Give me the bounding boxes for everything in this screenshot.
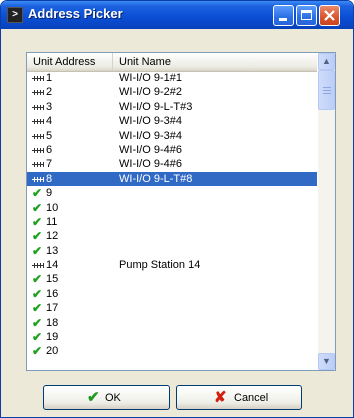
column-header-unit-name[interactable]: Unit Name xyxy=(113,53,317,71)
check-icon: ✔ xyxy=(32,330,43,345)
unit-address-cell: 4 xyxy=(46,115,53,128)
minimize-icon xyxy=(279,18,287,21)
check-icon: ✔ xyxy=(32,315,43,330)
unit-address-cell: 9 xyxy=(46,187,53,200)
unit-address-cell: 13 xyxy=(46,244,59,257)
unit-address-cell: 8 xyxy=(46,172,53,185)
list-row[interactable]: ✔ 9 xyxy=(27,186,317,200)
list-row[interactable]: ✔ 19 xyxy=(27,330,317,344)
unit-address-cell: 18 xyxy=(46,316,59,329)
connector-icon xyxy=(32,86,46,98)
unit-name-cell: WI-I/O 9-4#6 xyxy=(119,143,182,156)
unit-name-cell: WI-I/O 9-1#1 xyxy=(119,72,182,84)
check-icon: ✔ xyxy=(32,200,43,215)
check-icon: ✔ xyxy=(32,344,43,359)
unit-name-cell: WI-I/O 9-L-T#8 xyxy=(119,172,193,185)
unit-address-cell: 2 xyxy=(46,86,53,99)
list-rows: 1 WI-I/O 9-1#1 2 WI-I/O 9-2#2 3 WI-I/O 9-L-T#… xyxy=(27,71,317,359)
cancel-button-label: Cancel xyxy=(234,392,269,404)
unit-address-cell: 16 xyxy=(46,287,59,300)
connector-icon xyxy=(32,173,46,185)
grip-line xyxy=(323,90,331,91)
unit-address-cell: 7 xyxy=(46,158,53,171)
scroll-thumb[interactable] xyxy=(318,70,335,110)
cancel-button[interactable]: ✘ Cancel xyxy=(176,385,302,410)
unit-address-cell: 5 xyxy=(46,129,53,142)
unit-name-cell: WI-I/O 9-L-T#3 xyxy=(119,100,193,113)
unit-address-cell: 3 xyxy=(46,100,53,113)
maximize-icon xyxy=(301,10,312,20)
ok-button-label: OK xyxy=(105,392,121,404)
scroll-up-button[interactable]: ▲ xyxy=(318,53,335,70)
unit-address-cell: 20 xyxy=(46,345,59,358)
ok-button[interactable]: ✔ OK xyxy=(43,385,170,410)
check-icon: ✔ xyxy=(32,243,43,258)
grip-line xyxy=(323,93,331,94)
unit-address-list[interactable]: Unit Address Unit Name 1 WI-I/O 9-1#1 2 WI-… xyxy=(26,52,336,371)
unit-address-cell: 11 xyxy=(46,215,58,228)
address-picker-window: > Address Picker Unit Address Unit Name … xyxy=(0,0,354,418)
terminal-icon: > xyxy=(7,7,23,23)
title-bar[interactable]: > Address Picker xyxy=(1,1,353,29)
list-row[interactable]: 7 WI-I/O 9-4#6 xyxy=(27,157,317,171)
minimize-button[interactable] xyxy=(273,5,294,26)
list-row[interactable]: 5 WI-I/O 9-3#4 xyxy=(27,129,317,143)
check-icon: ✔ xyxy=(32,229,43,244)
check-icon: ✔ xyxy=(32,272,43,287)
connector-icon xyxy=(32,101,46,113)
connector-icon xyxy=(32,158,46,170)
chevron-up-icon: ▲ xyxy=(322,56,331,66)
unit-address-cell: 17 xyxy=(46,302,59,315)
unit-address-cell: 14 xyxy=(46,259,59,272)
maximize-button[interactable] xyxy=(296,5,317,26)
check-icon: ✔ xyxy=(32,214,43,229)
close-button[interactable] xyxy=(319,5,340,26)
check-icon: ✔ xyxy=(32,286,43,301)
list-row[interactable]: 3 WI-I/O 9-L-T#3 xyxy=(27,100,317,114)
connector-icon xyxy=(32,130,46,142)
column-header-unit-address[interactable]: Unit Address xyxy=(27,53,113,71)
scroll-down-button[interactable]: ▼ xyxy=(318,353,335,370)
list-row[interactable]: 14 Pump Station 14 xyxy=(27,258,317,272)
unit-address-cell: 1 xyxy=(46,72,53,84)
grip-line xyxy=(323,87,331,88)
unit-name-cell: WI-I/O 9-3#4 xyxy=(119,115,182,128)
list-row[interactable]: ✔ 13 xyxy=(27,244,317,258)
window-title: Address Picker xyxy=(28,6,123,21)
connector-icon xyxy=(32,115,46,127)
unit-address-cell: 10 xyxy=(46,201,59,214)
chevron-down-icon: ▼ xyxy=(322,356,331,366)
list-row[interactable]: ✔ 17 xyxy=(27,301,317,315)
checkmark-icon: ✔ xyxy=(87,389,100,406)
connector-icon xyxy=(32,72,46,84)
list-row[interactable]: 2 WI-I/O 9-2#2 xyxy=(27,85,317,99)
list-header: Unit Address Unit Name xyxy=(27,53,317,72)
unit-name-cell: WI-I/O 9-3#4 xyxy=(119,129,182,142)
unit-name-cell: Pump Station 14 xyxy=(119,259,201,272)
list-row[interactable]: ✔ 16 xyxy=(27,287,317,301)
list-row[interactable]: 1 WI-I/O 9-1#1 xyxy=(27,71,317,85)
list-row[interactable]: ✔ 11 xyxy=(27,215,317,229)
unit-name-cell: WI-I/O 9-4#6 xyxy=(119,158,182,171)
x-icon: ✘ xyxy=(214,389,227,406)
unit-address-cell: 12 xyxy=(46,230,59,243)
list-row[interactable]: ✔ 18 xyxy=(27,316,317,330)
connector-icon xyxy=(32,259,46,271)
connector-icon xyxy=(32,144,46,156)
list-row[interactable]: ✔ 12 xyxy=(27,229,317,243)
list-row[interactable]: ✔ 15 xyxy=(27,272,317,286)
list-row[interactable]: ✔ 20 xyxy=(27,344,317,358)
unit-address-cell: 15 xyxy=(46,273,59,286)
list-row[interactable]: 4 WI-I/O 9-3#4 xyxy=(27,114,317,128)
list-row[interactable]: ✔ 10 xyxy=(27,201,317,215)
unit-address-cell: 19 xyxy=(46,331,59,344)
list-row[interactable]: 6 WI-I/O 9-4#6 xyxy=(27,143,317,157)
close-icon xyxy=(324,10,335,21)
unit-address-cell: 6 xyxy=(46,143,53,156)
vertical-scrollbar[interactable]: ▲ ▼ xyxy=(318,53,335,370)
check-icon: ✔ xyxy=(32,301,43,316)
unit-name-cell: WI-I/O 9-2#2 xyxy=(119,86,182,99)
check-icon: ✔ xyxy=(32,186,43,201)
list-row[interactable]: 8 WI-I/O 9-L-T#8 xyxy=(27,171,317,187)
